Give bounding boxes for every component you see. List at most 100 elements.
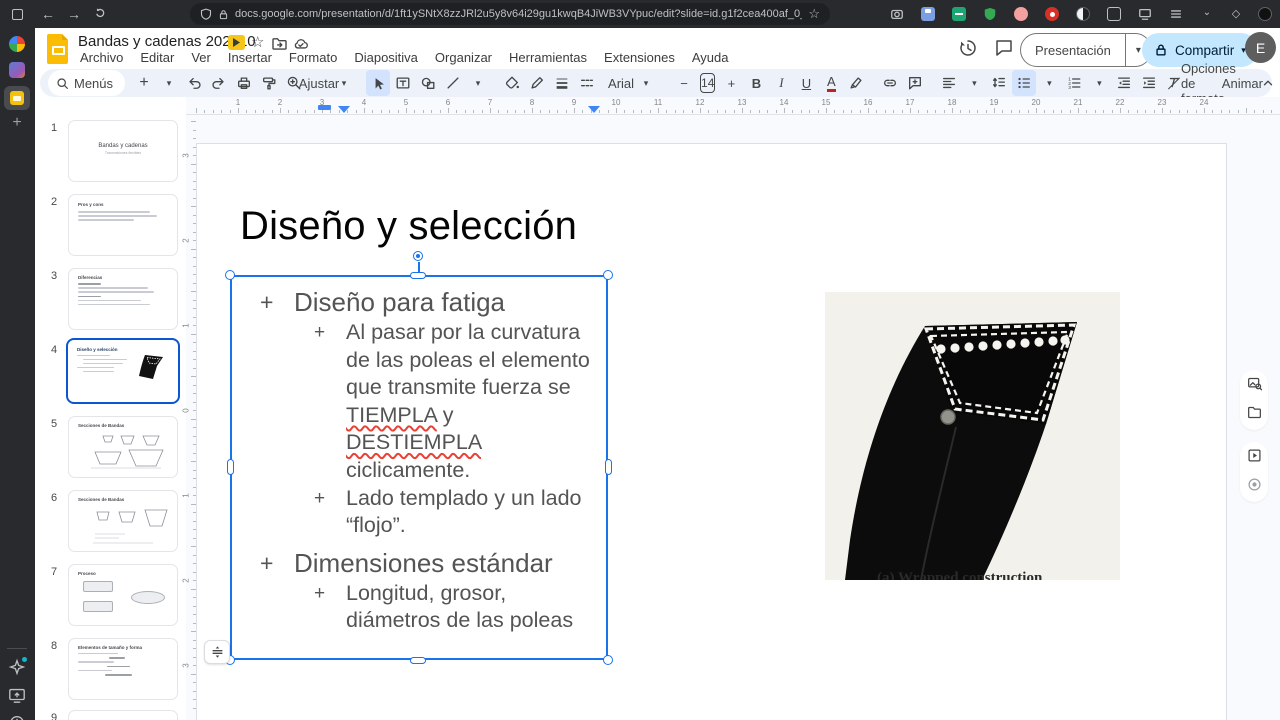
folder-icon[interactable] bbox=[1247, 405, 1262, 420]
font-family-selector[interactable]: Arial bbox=[608, 70, 634, 96]
move-folder-icon[interactable] bbox=[272, 37, 287, 50]
menu-ver[interactable]: Ver bbox=[191, 50, 211, 65]
extension-icon-box[interactable] bbox=[1107, 7, 1121, 21]
account-avatar[interactable]: E bbox=[1245, 32, 1276, 63]
border-dash-button[interactable] bbox=[575, 70, 599, 96]
thumbnail-slide-3[interactable]: Diferencias bbox=[68, 268, 178, 330]
bulleted-list-caret-icon[interactable]: ▾ bbox=[1037, 70, 1061, 96]
numbered-list-button[interactable]: 123 bbox=[1062, 70, 1086, 96]
menu-ayuda[interactable]: Ayuda bbox=[692, 50, 729, 65]
slide-text-box[interactable]: + Diseño para fatiga + Al pasar por la cur… bbox=[230, 275, 608, 660]
bookmark-star-icon[interactable]: ☆ bbox=[808, 6, 820, 22]
resize-handle-se[interactable] bbox=[603, 655, 613, 665]
ruler-indent-triangle[interactable] bbox=[588, 106, 600, 113]
menu-extensiones[interactable]: Extensiones bbox=[604, 50, 675, 65]
extensions-menu-icon[interactable] bbox=[1169, 7, 1183, 21]
camera-extension-icon[interactable] bbox=[890, 7, 904, 21]
insert-link-button[interactable] bbox=[878, 70, 902, 96]
select-tool-button[interactable] bbox=[366, 70, 391, 96]
align-button[interactable] bbox=[937, 70, 961, 96]
cast-icon[interactable] bbox=[1138, 7, 1152, 21]
animate-button[interactable]: Animar bbox=[1222, 70, 1263, 96]
new-slide-caret-icon[interactable]: ▾ bbox=[157, 70, 181, 96]
resize-handle-s[interactable] bbox=[410, 657, 426, 664]
increase-indent-button[interactable] bbox=[1137, 70, 1161, 96]
toolbar-menus-button[interactable]: Menús bbox=[48, 70, 126, 96]
comments-icon[interactable] bbox=[994, 38, 1014, 58]
back-button[interactable]: ← bbox=[35, 6, 61, 22]
present-button[interactable]: Presentación ▾ bbox=[1020, 33, 1152, 67]
ruler-indent-marker[interactable] bbox=[318, 105, 331, 110]
undo-button[interactable] bbox=[182, 70, 206, 96]
insert-shape-button[interactable] bbox=[416, 70, 440, 96]
thumbnail-slide-6[interactable]: Secciones de Bandas bbox=[68, 490, 178, 552]
active-tab-highlight[interactable] bbox=[4, 86, 30, 110]
resize-handle-nw[interactable] bbox=[225, 270, 235, 280]
sparkle-ai-icon[interactable] bbox=[8, 657, 27, 676]
window-icon[interactable] bbox=[12, 8, 23, 20]
extension-icon-red[interactable] bbox=[1045, 7, 1059, 21]
thumbnail-slide-2[interactable]: Pros y cons bbox=[68, 194, 178, 256]
extension-icon-halfmoon[interactable] bbox=[1076, 7, 1090, 21]
record-target-icon[interactable] bbox=[1247, 477, 1262, 492]
url-bar[interactable]: docs.google.com/presentation/d/1ft1ySNtX… bbox=[190, 3, 830, 25]
version-history-icon[interactable] bbox=[958, 38, 978, 58]
chevron-down-icon[interactable]: ⌄ bbox=[1200, 7, 1214, 21]
browser-profile-icon[interactable] bbox=[1258, 7, 1272, 21]
slides-logo-icon[interactable] bbox=[46, 33, 71, 65]
vbelt-image[interactable]: (a) Wrapped construction bbox=[825, 292, 1120, 580]
video-play-icon[interactable] bbox=[1247, 448, 1262, 463]
app-icon-colorful[interactable] bbox=[9, 36, 25, 52]
border-weight-button[interactable] bbox=[550, 70, 574, 96]
align-caret-icon[interactable]: ▾ bbox=[962, 70, 986, 96]
menu-diapositiva[interactable]: Diapositiva bbox=[354, 50, 418, 65]
slide-title[interactable]: Diseño y selección bbox=[240, 204, 577, 249]
reload-button[interactable] bbox=[87, 6, 113, 23]
border-color-button[interactable] bbox=[525, 70, 549, 96]
new-slide-button[interactable]: + bbox=[132, 70, 156, 96]
app-icon-blue[interactable] bbox=[9, 62, 25, 78]
history-clock-icon[interactable] bbox=[8, 714, 26, 720]
paint-format-button[interactable] bbox=[257, 70, 281, 96]
bulleted-list-button[interactable] bbox=[1012, 70, 1037, 96]
print-button[interactable] bbox=[232, 70, 256, 96]
cloud-status-icon[interactable] bbox=[293, 37, 309, 50]
new-tab-button[interactable]: + bbox=[9, 114, 25, 132]
insert-line-button[interactable] bbox=[441, 70, 465, 96]
italic-button[interactable]: I bbox=[769, 70, 793, 96]
menu-organizar[interactable]: Organizar bbox=[435, 50, 492, 65]
fill-color-button[interactable] bbox=[500, 70, 524, 96]
yellow-badge-icon[interactable] bbox=[228, 35, 245, 50]
extension-icon-green-book[interactable] bbox=[952, 7, 966, 21]
font-family-caret-icon[interactable]: ▾ bbox=[634, 70, 658, 96]
underline-button[interactable]: U bbox=[794, 70, 818, 96]
star-document-icon[interactable]: ☆ bbox=[251, 33, 264, 51]
extension-icon-pink[interactable] bbox=[1014, 7, 1028, 21]
ruler-indent-triangle[interactable] bbox=[338, 106, 350, 113]
bold-button[interactable]: B bbox=[744, 70, 768, 96]
rotation-handle[interactable] bbox=[413, 251, 423, 261]
thumbnail-slide-9[interactable] bbox=[68, 710, 178, 720]
speaker-notes-toggle-button[interactable] bbox=[204, 640, 230, 664]
thumbnail-slide-4-selected[interactable]: Diseño y selección bbox=[66, 338, 180, 404]
extension-icon-blue[interactable] bbox=[921, 7, 935, 21]
screen-share-icon[interactable] bbox=[8, 686, 26, 704]
menu-insertar[interactable]: Insertar bbox=[228, 50, 272, 65]
text-color-button[interactable]: A bbox=[819, 70, 843, 96]
increase-font-button[interactable]: + bbox=[719, 70, 743, 96]
image-search-icon[interactable] bbox=[1247, 376, 1263, 391]
fit-zoom-button[interactable]: Ajustar bbox=[299, 70, 339, 96]
text-box-button[interactable] bbox=[391, 70, 415, 96]
menu-formato[interactable]: Formato bbox=[289, 50, 337, 65]
diamond-icon[interactable]: ◇ bbox=[1229, 7, 1243, 21]
menu-herramientas[interactable]: Herramientas bbox=[509, 50, 587, 65]
menu-archivo[interactable]: Archivo bbox=[80, 50, 123, 65]
thumbnail-slide-8[interactable]: Elementos de tamaño y forma bbox=[68, 638, 178, 700]
numbered-list-caret-icon[interactable]: ▾ bbox=[1087, 70, 1111, 96]
resize-handle-e[interactable] bbox=[605, 459, 612, 475]
insert-comment-button[interactable] bbox=[903, 70, 927, 96]
resize-handle-ne[interactable] bbox=[603, 270, 613, 280]
insert-line-caret-icon[interactable]: ▾ bbox=[466, 70, 490, 96]
decrease-indent-button[interactable] bbox=[1112, 70, 1136, 96]
decrease-font-button[interactable]: − bbox=[672, 70, 696, 96]
